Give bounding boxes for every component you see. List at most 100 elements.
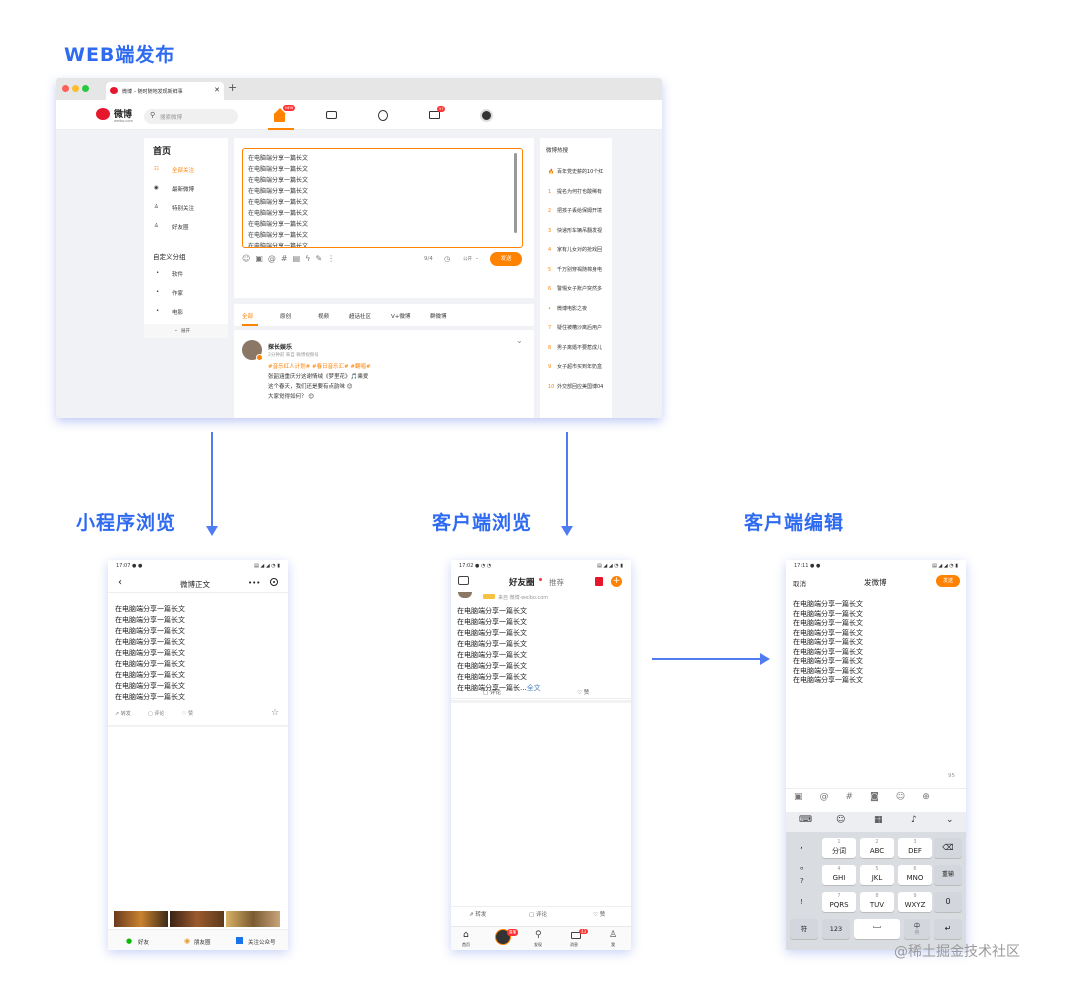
group-item[interactable]: 作家 (172, 289, 183, 297)
group-item[interactable]: 电影 (172, 308, 183, 316)
profile-icon[interactable]: ♙ (609, 930, 617, 940)
compose-textarea[interactable]: 在电脑端分享一篇长文 在电脑端分享一篇长文 在电脑端分享一篇长文 在电脑端分享一篇长文… (242, 148, 523, 248)
search-input[interactable]: 搜索微博 (160, 113, 182, 121)
message-icon[interactable] (429, 111, 440, 119)
clock-icon[interactable]: ◷ (444, 255, 450, 263)
feed-tab[interactable]: V+微博 (391, 312, 410, 320)
browser-tab[interactable]: 微博 – 随时随地发现新鲜事 ✕ (106, 82, 224, 100)
post-author[interactable]: 探长娱乐 (268, 342, 292, 351)
emoji-icon[interactable]: ☺ (242, 254, 255, 263)
home-icon[interactable] (274, 108, 286, 122)
keyboard-icon[interactable]: ▦ (874, 815, 883, 825)
close-capsule-icon[interactable] (270, 578, 278, 586)
full-text-link[interactable]: 全文 (527, 684, 541, 692)
hot-search-item[interactable]: 9 女子超市买到年奶盒 (548, 363, 602, 370)
nav-discover[interactable]: 发现 (534, 942, 542, 948)
tab-recommend[interactable]: 推荐 (549, 577, 564, 588)
add-icon[interactable]: + (611, 576, 622, 587)
emoji-icon[interactable]: ☺ (836, 815, 845, 825)
image-icon[interactable]: ▣ (794, 792, 820, 802)
hot-search-item[interactable]: 🔥 百年党史薪的10个红 (548, 168, 603, 175)
hot-search-item[interactable]: • 微博电影之夜 (548, 305, 587, 312)
more-icon[interactable]: ••• (248, 579, 260, 587)
minimize-dot-icon[interactable] (72, 85, 79, 92)
hot-search-item[interactable]: 1 提名为何打也酸稀有 (548, 188, 602, 195)
hot-search-item[interactable]: 6 警惕女子账户突然多 (548, 285, 602, 292)
flash-icon[interactable]: ϟ (305, 254, 315, 263)
image-icon[interactable]: ▣ (255, 254, 268, 263)
t9-key[interactable]: 5 JKL (860, 865, 894, 885)
new-tab-icon[interactable]: + (228, 81, 237, 94)
enter-key[interactable]: ↵ (934, 919, 962, 939)
discover-search-icon[interactable]: ⚲ (535, 930, 542, 940)
menu-item-latest[interactable]: 最新微博 (172, 185, 194, 193)
comment-button[interactable]: ▢ 评论 (148, 710, 164, 717)
like-button[interactable]: ♡ 赞 (182, 710, 193, 717)
lang-switch-key[interactable]: 中英 (904, 919, 930, 939)
discover-icon[interactable] (378, 110, 388, 121)
keyboard-switch-icon[interactable]: ⌨ (799, 815, 812, 825)
back-icon[interactable]: ‹ (118, 577, 122, 588)
repost-button[interactable]: ⇗ 转发 (469, 910, 486, 918)
camera-icon[interactable] (458, 576, 469, 585)
share-friend-button[interactable]: 好友 (138, 938, 149, 946)
add-circle-icon[interactable]: ⊕ (922, 792, 947, 802)
send-button[interactable]: 发送 (936, 575, 960, 587)
at-icon[interactable]: @ (820, 792, 846, 802)
gif-icon[interactable]: ◙ (870, 792, 896, 802)
follow-account-button[interactable]: 关注公众号 (248, 938, 276, 946)
like-button[interactable]: ♡ 赞 (593, 910, 605, 918)
backspace-key[interactable]: ⌫ (934, 838, 962, 858)
punct-key[interactable]: , (800, 841, 803, 851)
share-moments-button[interactable]: 朋友圈 (194, 938, 211, 946)
feed-tab[interactable]: 群微博 (430, 312, 447, 320)
t9-key[interactable]: 4 GHI (822, 865, 856, 885)
expand-button[interactable]: ⌄ 展开 (144, 324, 228, 338)
hashtag-icon[interactable]: # (846, 792, 871, 802)
t9-key[interactable]: 7 PQRS (822, 892, 856, 912)
hot-search-item[interactable]: 8 男子离婚不要惹成儿 (548, 344, 602, 351)
cancel-button[interactable]: 取消 (793, 578, 806, 588)
video-icon[interactable] (326, 111, 337, 119)
wechat-icon[interactable]: ● (126, 937, 132, 945)
compose-textarea[interactable]: 在电脑端分享一篇长文 在电脑端分享一篇长文 在电脑端分享一篇长文 在电脑端分享一篇长文… (793, 600, 863, 686)
nav-me[interactable]: 我 (611, 942, 615, 948)
t9-key[interactable]: 8 TUV (860, 892, 894, 912)
space-key[interactable] (854, 919, 900, 939)
scrollbar[interactable] (514, 153, 517, 233)
hot-search-item[interactable]: 4 家有儿女对的抢戏回 (548, 246, 602, 253)
search-box[interactable]: ⚲ 搜索微博 (144, 109, 238, 124)
official-account-icon[interactable] (236, 937, 243, 944)
punct-key[interactable]: ? (800, 877, 804, 885)
mic-icon[interactable]: ♪ (911, 815, 917, 825)
num-key[interactable]: 123 (822, 919, 850, 939)
feed-tab[interactable]: 超话社区 (349, 312, 371, 320)
t9-key[interactable]: 2 ABC (860, 838, 894, 858)
menu-item-special[interactable]: 特别关注 (172, 204, 194, 212)
weibo-logo-icon[interactable] (96, 108, 110, 120)
punct-key[interactable]: 。 (800, 859, 809, 872)
hashtag-icon[interactable]: # (281, 254, 293, 263)
edit-icon[interactable]: ✎ (315, 254, 327, 263)
avatar[interactable] (480, 109, 493, 122)
t9-key[interactable]: 6 MNO (898, 865, 932, 885)
menu-item-all[interactable]: 全部关注 (172, 166, 194, 174)
more-icon[interactable]: ⋮ (327, 254, 340, 263)
send-button[interactable]: 发送 (490, 252, 522, 266)
like-button[interactable]: ♡ 赞 (577, 688, 589, 696)
zero-key[interactable]: 0 (934, 892, 962, 912)
rewrite-key[interactable]: 重输 (934, 865, 962, 885)
chevron-down-icon[interactable]: ⌄ (516, 336, 523, 345)
close-dot-icon[interactable] (62, 85, 69, 92)
feed-tab[interactable]: 视频 (318, 312, 329, 320)
star-icon[interactable]: ☆ (271, 708, 279, 718)
repost-button[interactable]: ⇗ 转发 (115, 710, 131, 717)
visibility-select[interactable]: 公开 (463, 256, 472, 262)
punct-key[interactable]: ! (800, 898, 803, 906)
comment-button[interactable]: ▢ 评论 (483, 688, 501, 696)
nav-messages[interactable]: 消息 (570, 942, 578, 948)
emoji-icon[interactable]: ☺ (896, 792, 922, 802)
hot-search-item[interactable]: 7 疑住被糟沙离后用户 (548, 324, 602, 331)
avatar[interactable] (458, 592, 472, 598)
post-tags[interactable]: #音乐红人计划# #春日音乐汇# #翻唱# (268, 362, 371, 370)
